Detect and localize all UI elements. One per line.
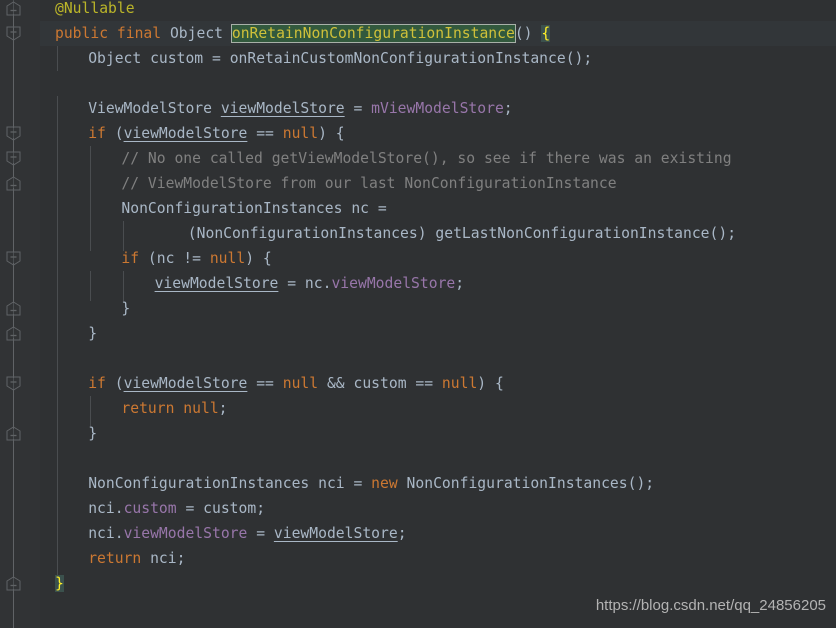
code-line[interactable]: } (88, 321, 97, 346)
fold-marker-collapse-end[interactable] (6, 1, 21, 16)
fold-marker-if-start[interactable] (6, 126, 21, 141)
fold-rail-line (13, 263, 14, 303)
code-line[interactable]: return null; (121, 396, 227, 421)
matching-brace: } (55, 575, 64, 592)
code-line[interactable]: return nci; (88, 546, 185, 571)
code-line[interactable]: if (viewModelStore == null) { (88, 121, 344, 146)
indent-guide (90, 271, 91, 301)
fold-marker-if-end[interactable] (6, 326, 21, 341)
selected-identifier: onRetainNonConfigurationInstance (230, 24, 516, 43)
code-line[interactable]: nci.viewModelStore = viewModelStore; (88, 521, 406, 546)
watermark-text: https://blog.csdn.net/qq_24856205 (595, 597, 826, 614)
code-line[interactable]: (NonConfigurationInstances) getLastNonCo… (188, 221, 736, 246)
fold-marker-comment-start[interactable] (6, 151, 21, 166)
code-line[interactable]: NonConfigurationInstances nc = (121, 196, 386, 221)
code-editor[interactable]: @Nullable public final Object onRetainNon… (0, 0, 836, 628)
indent-guide (90, 146, 91, 251)
code-line[interactable]: } (121, 296, 130, 321)
code-line[interactable]: } (88, 421, 97, 446)
code-line[interactable]: if (nc != null) { (121, 246, 271, 271)
indent-guide (57, 46, 58, 71)
code-line[interactable]: @Nullable (55, 0, 135, 21)
fold-marker-comment-end[interactable] (6, 176, 21, 191)
code-line[interactable]: nci.custom = custom; (88, 496, 265, 521)
code-line[interactable]: if (viewModelStore == null && custom == … (88, 371, 504, 396)
code-line[interactable]: // No one called getViewModelStore(), so… (121, 146, 731, 171)
fold-marker-inner-if-start[interactable] (6, 251, 21, 266)
code-line[interactable]: viewModelStore = nc.viewModelStore; (155, 271, 465, 296)
code-line[interactable]: NonConfigurationInstances nci = new NonC… (88, 471, 654, 496)
code-line[interactable]: Object custom = onRetainCustomNonConfigu… (88, 46, 592, 71)
code-line[interactable]: ViewModelStore viewModelStore = mViewMod… (88, 96, 512, 121)
fold-marker-inner-if-end[interactable] (6, 301, 21, 316)
code-text-area[interactable]: @Nullable public final Object onRetainNon… (40, 0, 836, 628)
matching-brace: { (541, 25, 551, 42)
indent-guide (57, 96, 58, 578)
fold-marker-method-end[interactable] (6, 576, 21, 591)
fold-rail-line (13, 589, 14, 628)
fold-rail-line (13, 439, 14, 578)
fold-rail-line (13, 389, 14, 429)
code-line[interactable]: } (55, 571, 64, 596)
fold-rail-line (13, 188, 14, 252)
code-line[interactable]: // ViewModelStore from our last NonConfi… (121, 171, 616, 196)
fold-marker-null-check-end[interactable] (6, 426, 21, 441)
code-line[interactable]: public final Object onRetainNonConfigura… (55, 21, 551, 46)
fold-rail-line (13, 338, 14, 378)
fold-marker-null-check-start[interactable] (6, 376, 21, 391)
fold-marker-method-start[interactable] (6, 26, 21, 41)
